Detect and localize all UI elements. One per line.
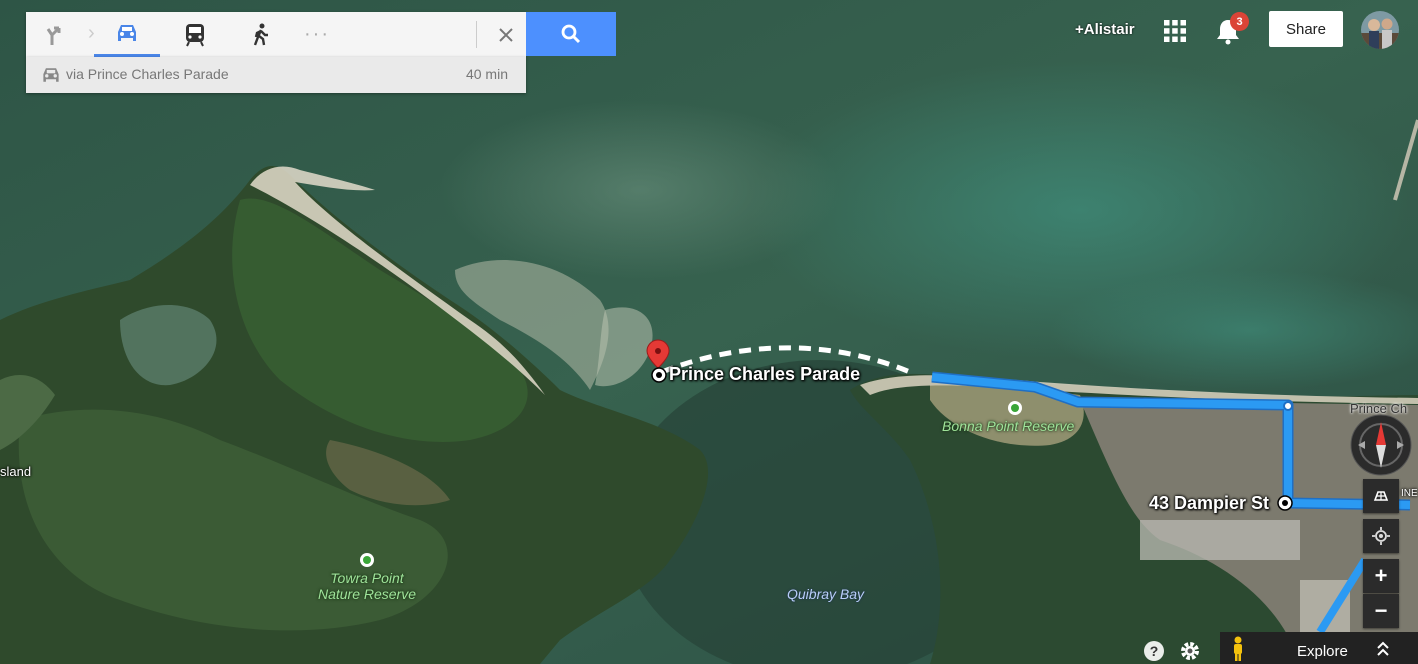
edge-label-island: sland: [0, 464, 32, 479]
route-via-label: via Prince Charles Parade: [66, 66, 229, 82]
park-label-bonna[interactable]: Bonna Point Reserve: [942, 418, 1074, 434]
more-modes-button[interactable]: ···: [284, 12, 350, 57]
my-location-button[interactable]: [1363, 519, 1399, 553]
water-label-quibray[interactable]: Quibray Bay: [787, 586, 864, 602]
explore-label[interactable]: Explore: [1297, 643, 1348, 660]
more-icon: ···: [304, 23, 330, 45]
shallow-water: [440, 100, 840, 280]
route-options-button[interactable]: [26, 12, 86, 57]
close-directions-button[interactable]: [486, 12, 526, 57]
svg-text:?: ?: [1150, 643, 1159, 659]
park-label-line: Nature Reserve: [317, 586, 417, 602]
car-icon: [43, 68, 59, 82]
origin-marker-icon[interactable]: [1277, 495, 1293, 511]
satellite-map[interactable]: [0, 0, 1418, 664]
settings-gear-icon[interactable]: [1179, 640, 1201, 662]
park-label-line: Towra Point: [330, 570, 404, 586]
help-icon[interactable]: ?: [1143, 640, 1165, 662]
chevron-up-icon[interactable]: [1376, 641, 1390, 657]
destination-label[interactable]: Prince Charles Parade: [669, 364, 860, 385]
zoom-out-button[interactable]: −: [1363, 594, 1399, 628]
route-waypoint: [1283, 401, 1293, 411]
industrial: [1140, 520, 1300, 560]
user-profile-link[interactable]: +Alistair: [1075, 21, 1135, 38]
tilt-view-button[interactable]: [1363, 479, 1399, 513]
search-icon: [561, 24, 581, 44]
compass-icon[interactable]: [1350, 414, 1412, 476]
tilt-icon: [1373, 491, 1389, 501]
zoom-in-button[interactable]: +: [1363, 559, 1399, 593]
route-option[interactable]: via Prince Charles Parade 40 min: [26, 57, 526, 93]
share-button[interactable]: Share: [1269, 11, 1343, 47]
search-button[interactable]: [526, 12, 616, 56]
park-marker-icon[interactable]: [1008, 401, 1022, 415]
divider: [476, 21, 477, 48]
edge-label-small: INE: [1401, 488, 1418, 499]
train-icon: [186, 23, 204, 46]
close-icon: [499, 27, 513, 42]
transit-mode-button[interactable]: [162, 12, 228, 57]
turn-icon: [46, 26, 61, 45]
pegman-icon[interactable]: [1230, 636, 1246, 662]
walk-icon: [253, 23, 268, 45]
origin-label[interactable]: 43 Dampier St: [1149, 493, 1269, 514]
park-marker-icon[interactable]: [360, 553, 374, 567]
route-duration: 40 min: [465, 66, 508, 82]
apps-grid-icon[interactable]: [1164, 20, 1186, 42]
travel-mode-bar: › ···: [26, 12, 526, 57]
car-icon: [118, 25, 136, 41]
driving-mode-button[interactable]: [94, 12, 160, 57]
park-label-towra[interactable]: Towra Point Nature Reserve: [312, 570, 422, 602]
avatar[interactable]: [1361, 11, 1399, 49]
notification-badge: 3: [1230, 12, 1249, 31]
directions-panel: › ··· via Prince Charles Parade 40 min: [26, 12, 526, 93]
location-target-icon: [1372, 527, 1390, 545]
